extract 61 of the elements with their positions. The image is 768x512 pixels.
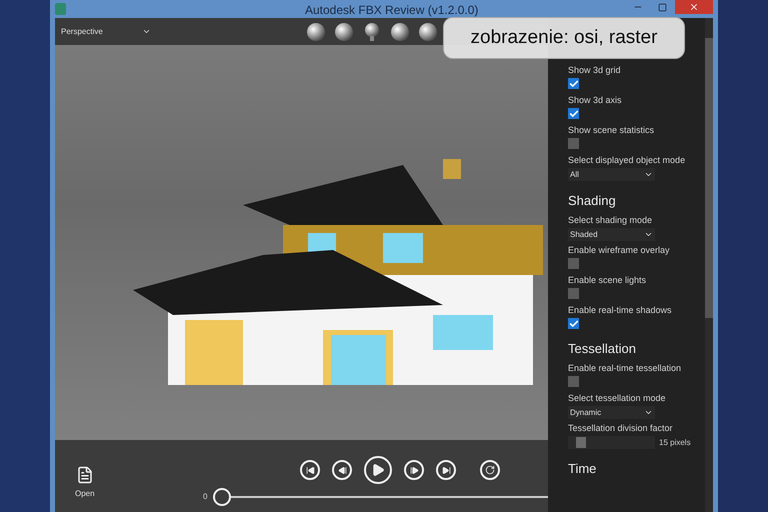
checkbox[interactable] — [568, 108, 579, 119]
slider-track[interactable] — [568, 436, 655, 449]
checkbox[interactable] — [568, 318, 579, 329]
option-label: Tessellation division factor — [568, 422, 674, 434]
chevron-icon — [142, 27, 151, 36]
reload-icon[interactable] — [480, 460, 500, 480]
checkbox[interactable] — [568, 258, 579, 269]
light-bulb-icon[interactable] — [362, 22, 382, 42]
camera-dropdown[interactable]: Perspective — [61, 26, 151, 38]
section-title: Time — [568, 461, 598, 476]
chevron-icon — [644, 230, 653, 239]
dropdown-value: Dynamic — [570, 406, 602, 418]
caption-text: zobrazenie: osi, raster — [470, 26, 658, 50]
dropdown-value: All — [570, 168, 579, 180]
option-label: Show 3d grid — [568, 64, 622, 76]
chevron-icon — [644, 408, 653, 417]
dropdown[interactable]: Shaded — [568, 228, 655, 241]
option-label: Select tessellation mode — [568, 392, 667, 404]
option-label: Show scene statistics — [568, 124, 656, 136]
timeline-thumb[interactable] — [213, 488, 231, 506]
check-icon — [568, 108, 578, 118]
skip-forward-icon[interactable] — [436, 460, 456, 480]
option-label: Enable wireframe overlay — [568, 244, 671, 256]
app-logo-icon — [55, 3, 66, 15]
checkbox[interactable] — [568, 78, 579, 89]
dropdown[interactable]: All — [568, 168, 655, 181]
sphere-icon[interactable] — [334, 22, 354, 42]
camera-value: Perspective — [61, 26, 103, 38]
dropdown-value: Shaded — [570, 228, 598, 240]
chevron-icon — [644, 170, 653, 179]
open-label[interactable]: Open — [75, 488, 95, 500]
option-label: Enable real-time shadows — [568, 304, 673, 316]
checkbox[interactable] — [568, 376, 579, 387]
close-button[interactable] — [675, 0, 713, 14]
checkbox[interactable] — [568, 288, 579, 299]
option-label: Enable real-time tessellation — [568, 362, 682, 374]
play-icon[interactable] — [364, 456, 392, 484]
checkbox[interactable] — [568, 138, 579, 149]
section-title: Shading — [568, 193, 617, 208]
slider-reading: 15 pixels — [659, 436, 691, 448]
step-forward-icon[interactable] — [404, 460, 424, 480]
option-label: Enable scene lights — [568, 274, 648, 286]
option-label: Select displayed object mode — [568, 154, 686, 166]
check-icon — [568, 318, 578, 328]
option-label: Show 3d axis — [568, 94, 623, 106]
time-value: 0 — [203, 491, 208, 503]
slider-thumb[interactable] — [576, 437, 586, 448]
sphere-icon[interactable] — [306, 22, 326, 42]
sphere-icon[interactable] — [390, 22, 410, 42]
skip-back-icon[interactable] — [300, 460, 320, 480]
dropdown[interactable]: Dynamic — [568, 406, 655, 419]
check-icon — [568, 78, 578, 88]
section-title: Tessellation — [568, 341, 637, 356]
option-label: Select shading mode — [568, 214, 654, 226]
step-back-icon[interactable] — [332, 460, 352, 480]
open-icon — [76, 466, 94, 484]
sphere-icon[interactable] — [418, 22, 438, 42]
timeline-slider[interactable] — [213, 488, 548, 506]
maximize-icon — [658, 2, 667, 12]
close-icon — [689, 2, 699, 12]
window-title: Autodesk FBX Review (v1.2.0.0) — [305, 2, 478, 19]
